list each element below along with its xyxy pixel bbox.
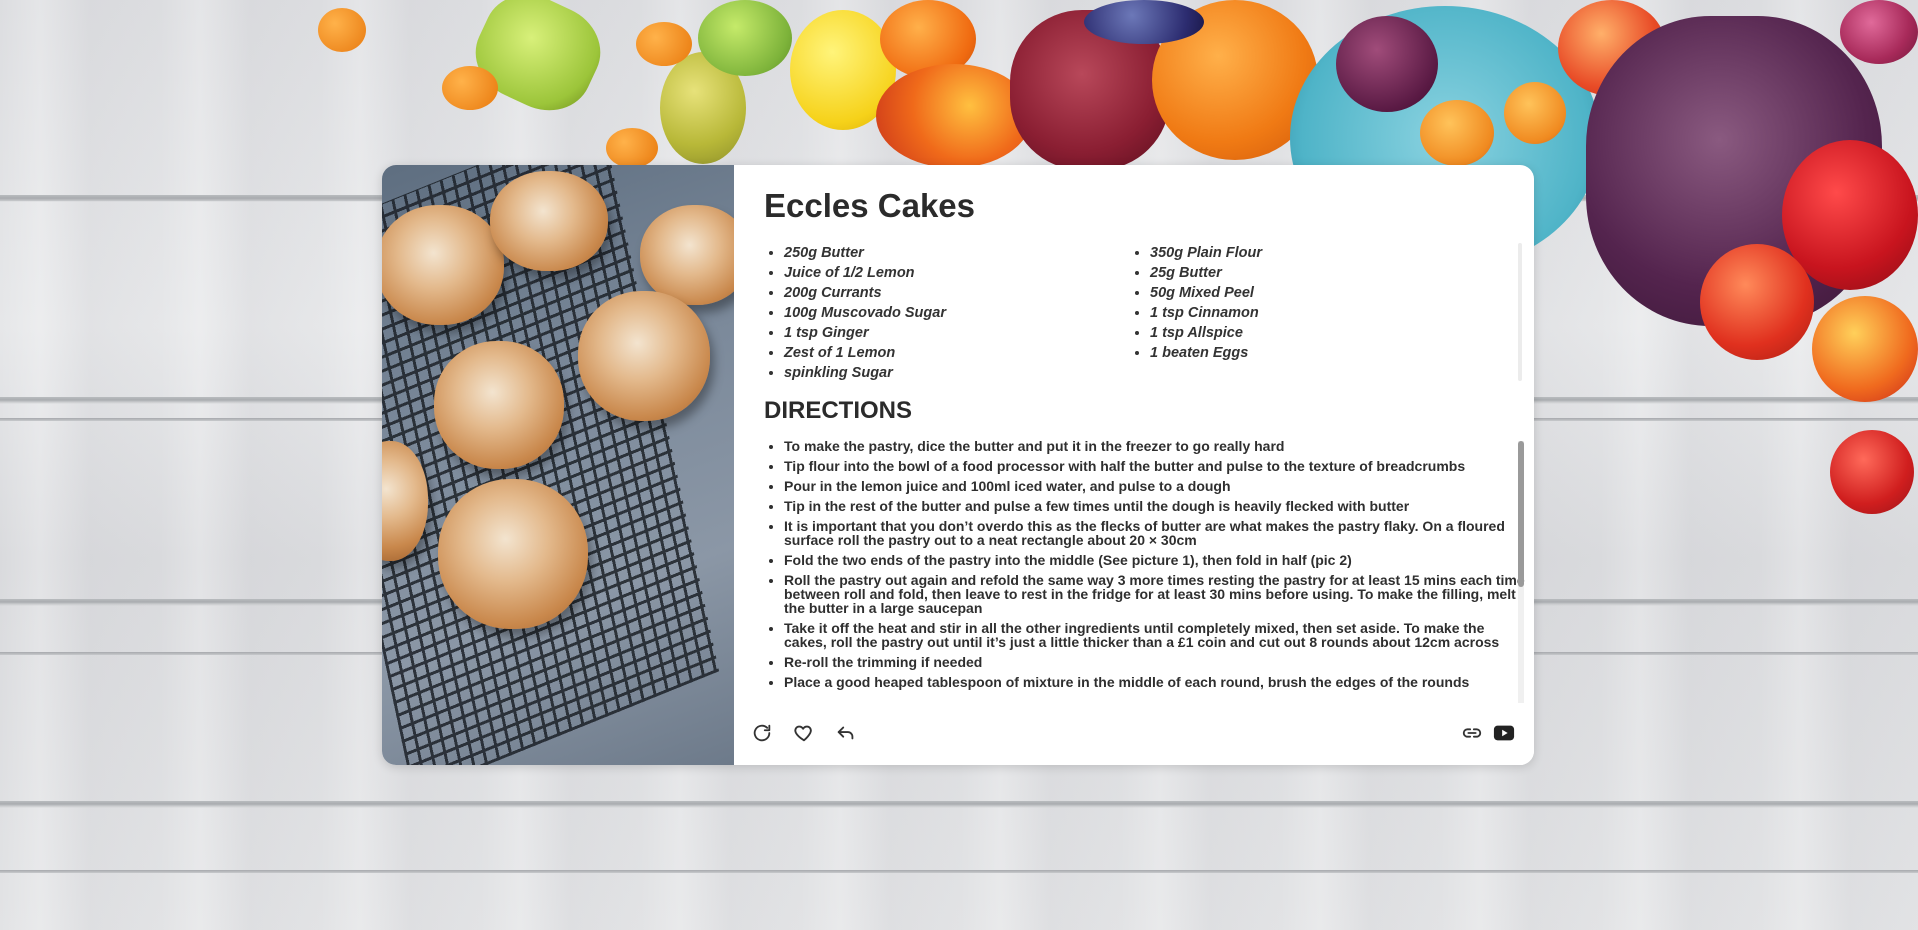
direction-step: Tip flour into the bowl of a food proces… (784, 459, 1528, 473)
direction-step: Pour in the lemon juice and 100ml iced w… (784, 479, 1528, 493)
cake (438, 479, 588, 629)
kumquat-image (606, 128, 658, 168)
recipe-title: Eccles Cakes (764, 187, 976, 224)
ingredients-scrollbar[interactable] (1518, 243, 1522, 381)
undo-icon[interactable] (832, 719, 860, 747)
kumquat-image (636, 22, 692, 66)
recipe-card: Eccles Cakes 250g Butter Juice of 1/2 Le… (382, 165, 1534, 765)
ingredient-item: 1 beaten Eggs (1150, 343, 1262, 363)
direction-step: To make the pastry, dice the butter and … (784, 439, 1528, 453)
ingredient-item: 250g Butter (784, 243, 946, 263)
ingredient-item: 1 tsp Allspice (1150, 323, 1262, 343)
cake (578, 291, 710, 421)
refresh-icon[interactable] (748, 719, 776, 747)
card-actions (734, 703, 1534, 765)
plum-image (1840, 0, 1918, 64)
ingredients-column-left: 250g Butter Juice of 1/2 Lemon 200g Curr… (764, 243, 946, 381)
recipe-content: Eccles Cakes 250g Butter Juice of 1/2 Le… (734, 165, 1534, 765)
ingredient-item: spinkling Sugar (784, 363, 946, 381)
ingredient-item: 100g Muscovado Sugar (784, 303, 946, 323)
ingredient-item: 25g Butter (1150, 263, 1262, 283)
plank-line (0, 870, 1918, 873)
apple-image (1830, 430, 1914, 514)
direction-step: Tip in the rest of the butter and pulse … (784, 499, 1528, 513)
direction-step: Place a good heaped tablespoon of mixtur… (784, 675, 1528, 689)
direction-step: Re-roll the trimming if needed (784, 655, 1528, 669)
link-icon[interactable] (1458, 719, 1486, 747)
direction-step: Fold the two ends of the pastry into the… (784, 553, 1528, 567)
mango-image (876, 64, 1032, 168)
cake (434, 341, 564, 469)
ingredient-item: 1 tsp Cinnamon (1150, 303, 1262, 323)
recipe-photo (382, 165, 734, 765)
cake (490, 171, 608, 271)
directions-heading: DIRECTIONS (764, 397, 913, 424)
ingredient-item: Zest of 1 Lemon (784, 343, 946, 363)
youtube-icon[interactable] (1490, 719, 1518, 747)
directions-steps: To make the pastry, dice the butter and … (764, 439, 1528, 689)
direction-step: Take it off the heat and stir in all the… (784, 621, 1528, 649)
kumquat-image (318, 8, 366, 52)
directions-scrollbar[interactable] (1518, 441, 1524, 703)
ingredients-column-right: 350g Plain Flour 25g Butter 50g Mixed Pe… (1130, 243, 1262, 363)
apple-image (698, 0, 792, 76)
ingredient-item: 1 tsp Ginger (784, 323, 946, 343)
plum-image (1084, 0, 1204, 44)
cake (382, 205, 504, 325)
plum-image (1336, 16, 1438, 112)
ingredient-item: 350g Plain Flour (1150, 243, 1262, 263)
direction-step: It is important that you don’t overdo th… (784, 519, 1528, 547)
apple-image (1700, 244, 1814, 360)
apricot-image (1504, 82, 1566, 144)
ingredients-list: 250g Butter Juice of 1/2 Lemon 200g Curr… (764, 243, 1524, 381)
ingredient-item: 200g Currants (784, 283, 946, 303)
direction-step: Roll the pastry out again and refold the… (784, 573, 1528, 615)
scrollbar-thumb[interactable] (1518, 441, 1524, 587)
cake (640, 205, 734, 305)
kumquat-image (442, 66, 498, 110)
ingredient-item: 50g Mixed Peel (1150, 283, 1262, 303)
ingredient-item: Juice of 1/2 Lemon (784, 263, 946, 283)
apricot-image (1420, 100, 1494, 166)
directions-list: To make the pastry, dice the butter and … (764, 439, 1528, 699)
apple-image (1812, 296, 1918, 402)
heart-icon[interactable] (790, 719, 818, 747)
